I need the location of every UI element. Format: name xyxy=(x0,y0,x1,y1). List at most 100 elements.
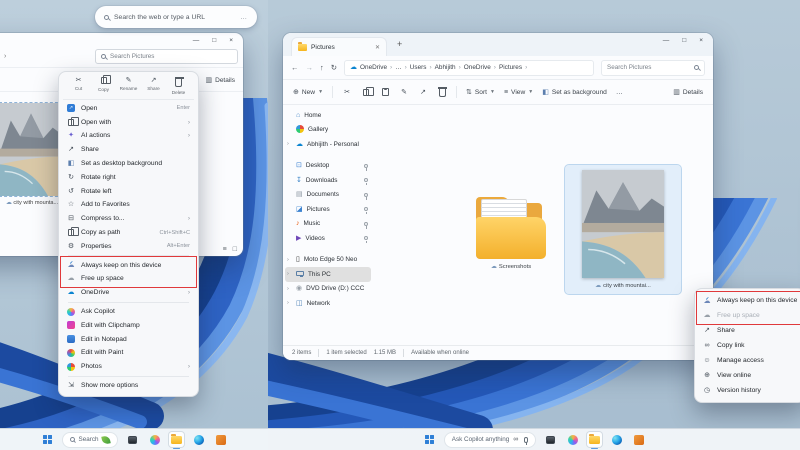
sidebar-item-moto-edge-50-neo[interactable]: ›▯Moto Edge 50 Neo xyxy=(285,253,371,268)
file-tile-screenshots[interactable]: ☁Screenshots xyxy=(469,197,553,270)
more-options-icon[interactable]: … xyxy=(240,14,248,21)
quick-action-delete[interactable]: Delete xyxy=(167,77,190,95)
view-toggle-group[interactable]: ≡ □ xyxy=(223,246,237,253)
menu-item-photos[interactable]: Photos› xyxy=(63,360,194,374)
menu-item-edit-with-paint[interactable]: Edit with Paint xyxy=(63,346,194,360)
rename-button[interactable]: ✎ xyxy=(399,89,409,96)
share-button[interactable]: ↗ xyxy=(418,89,428,96)
sidebar-item-downloads[interactable]: ↧Downloads xyxy=(285,173,371,188)
delete-button[interactable] xyxy=(437,87,447,97)
browser-search-bar[interactable]: Search the web or type a URL … xyxy=(95,6,257,28)
expand-chevron-icon[interactable]: › xyxy=(287,300,289,306)
taskbar-search-box[interactable]: Search xyxy=(62,432,119,448)
file-tile-city-with-mountai[interactable]: ☁city with mountai... xyxy=(565,165,681,294)
details-pane-button[interactable]: ▥ Details xyxy=(206,77,236,84)
menu-item-properties[interactable]: ⚙PropertiesAlt+Enter xyxy=(63,239,194,253)
menu-item-add-to-favorites[interactable]: ☆Add to Favorites xyxy=(63,198,194,212)
forward-icon[interactable]: → xyxy=(306,63,314,72)
menu-item-edit-in-notepad[interactable]: Edit in Notepad xyxy=(63,332,194,346)
menu-item-open[interactable]: ↗OpenEnter xyxy=(63,102,194,116)
quick-action-copy[interactable]: Copy xyxy=(92,77,115,95)
copy-button[interactable] xyxy=(361,89,371,96)
menu-item-compress-to[interactable]: ⊟Compress to...› xyxy=(63,212,194,226)
view-button[interactable]: ≡ View ▼ xyxy=(504,89,533,96)
menu-item-share[interactable]: ↗Share xyxy=(699,323,800,338)
store-app-button[interactable] xyxy=(213,432,228,447)
close-button[interactable]: × xyxy=(229,37,233,44)
up-icon[interactable]: ↑ xyxy=(320,63,324,72)
sidebar-item-network[interactable]: ›◫Network xyxy=(285,296,371,311)
quick-action-rename[interactable]: ✎Rename xyxy=(117,77,140,95)
menu-item-onedrive[interactable]: ☁OneDrive› xyxy=(63,286,194,300)
sidebar-item-this-pc[interactable]: ›This PC xyxy=(285,267,371,282)
expand-chevron-icon[interactable]: › xyxy=(287,271,289,277)
sidebar-item-abhijith-personal[interactable]: ›☁Abhijith - Personal xyxy=(285,137,371,152)
cut-button[interactable]: ✂ xyxy=(342,89,352,96)
menu-item-share[interactable]: ↗Share xyxy=(63,143,194,157)
new-tab-button[interactable]: + xyxy=(397,39,402,49)
menu-item-rotate-right[interactable]: ↻Rotate right xyxy=(63,170,194,184)
see-more-icon[interactable]: … xyxy=(616,89,623,96)
sidebar-item-pictures[interactable]: ◪Pictures xyxy=(285,202,371,217)
expand-chevron-icon[interactable]: › xyxy=(287,286,289,292)
edge-button[interactable] xyxy=(609,432,624,447)
menu-item-free-up-space[interactable]: ☁Free up space xyxy=(63,272,194,286)
minimize-button[interactable]: — xyxy=(193,37,200,44)
back-icon[interactable]: ← xyxy=(291,63,299,72)
sort-button[interactable]: ⇅ Sort ▼ xyxy=(466,89,495,96)
menu-item-always-keep-on-this-device[interactable]: ☁✓Always keep on this device xyxy=(63,258,194,272)
refresh-icon[interactable]: ↻ xyxy=(331,63,337,72)
edge-button[interactable] xyxy=(191,432,206,447)
sidebar-item-videos[interactable]: ▶Videos xyxy=(285,231,371,246)
tab-pictures[interactable]: Pictures ✕ xyxy=(291,37,387,56)
menu-item-show-more-options[interactable]: ⇲Show more options xyxy=(63,379,194,393)
file-explorer-button[interactable] xyxy=(587,432,602,447)
quick-action-share[interactable]: ↗Share xyxy=(142,77,165,95)
microphone-icon[interactable] xyxy=(524,437,528,443)
menu-item-open-with[interactable]: Open with› xyxy=(63,115,194,129)
expand-chevron-icon[interactable]: › xyxy=(287,141,289,147)
start-button[interactable] xyxy=(40,432,55,447)
sidebar-item-dvd-drive-d-ccc[interactable]: ›◉DVD Drive (D:) CCC xyxy=(285,282,371,297)
maximize-button[interactable]: □ xyxy=(682,37,686,44)
breadcrumb-segment[interactable]: … xyxy=(395,64,401,71)
menu-item-copy-as-path[interactable]: Copy as pathCtrl+Shift+C xyxy=(63,226,194,240)
sidebar-item-music[interactable]: ♪Music xyxy=(285,217,371,232)
menu-item-view-online[interactable]: ⊕View online xyxy=(699,368,800,383)
breadcrumb-segment[interactable]: OneDrive xyxy=(464,64,491,71)
set-as-background-button[interactable]: ◧ Set as background xyxy=(542,89,607,96)
menu-item-set-as-desktop-background[interactable]: ◧Set as desktop background xyxy=(63,157,194,171)
copilot-button[interactable] xyxy=(147,432,162,447)
breadcrumb-segment[interactable]: Abhijith xyxy=(435,64,456,71)
menu-item-edit-with-clipchamp[interactable]: Edit with Clipchamp xyxy=(63,318,194,332)
menu-item-free-up-space[interactable]: ☁Free up space xyxy=(699,308,800,323)
sidebar-item-documents[interactable]: ▤Documents xyxy=(285,188,371,203)
search-box[interactable]: Search Pictures xyxy=(601,60,705,76)
menu-item-manage-access[interactable]: ☺Manage access xyxy=(699,353,800,368)
store-app-button[interactable] xyxy=(631,432,646,447)
new-button[interactable]: ⊕ New ▼ xyxy=(293,89,323,96)
menu-item-version-history[interactable]: ◷Version history xyxy=(699,383,800,398)
menu-item-ask-copilot[interactable]: Ask Copilot xyxy=(63,305,194,319)
search-box[interactable]: Search Pictures xyxy=(95,49,238,64)
menu-item-copy-link[interactable]: ∞Copy link xyxy=(699,338,800,353)
start-button[interactable] xyxy=(422,432,437,447)
sidebar-item-desktop[interactable]: ⊡Desktop xyxy=(285,159,371,174)
menu-item-ai-actions[interactable]: ✦AI actions› xyxy=(63,129,194,143)
task-view-button[interactable] xyxy=(125,432,140,447)
sidebar-item-home[interactable]: ⌂Home xyxy=(285,108,371,123)
list-view-icon[interactable]: ≡ xyxy=(223,246,227,253)
minimize-button[interactable]: — xyxy=(663,37,670,44)
maximize-button[interactable]: □ xyxy=(212,37,216,44)
breadcrumb-segment[interactable]: OneDrive xyxy=(360,64,387,71)
breadcrumb-segment[interactable]: Pictures xyxy=(499,64,522,71)
menu-item-rotate-left[interactable]: ↺Rotate left xyxy=(63,184,194,198)
file-explorer-button[interactable] xyxy=(169,432,184,447)
quick-action-cut[interactable]: ✂Cut xyxy=(67,77,90,95)
breadcrumb[interactable]: ☁OneDrive›…›Users›Abhijith›OneDrive›Pict… xyxy=(344,60,594,76)
paste-button[interactable] xyxy=(380,88,390,96)
breadcrumb-segment[interactable]: Users xyxy=(410,64,427,71)
tab-close-icon[interactable]: ✕ xyxy=(375,44,380,51)
menu-item-always-keep-on-this-device[interactable]: ☁✓Always keep on this device xyxy=(699,293,800,308)
close-button[interactable]: × xyxy=(699,37,703,44)
